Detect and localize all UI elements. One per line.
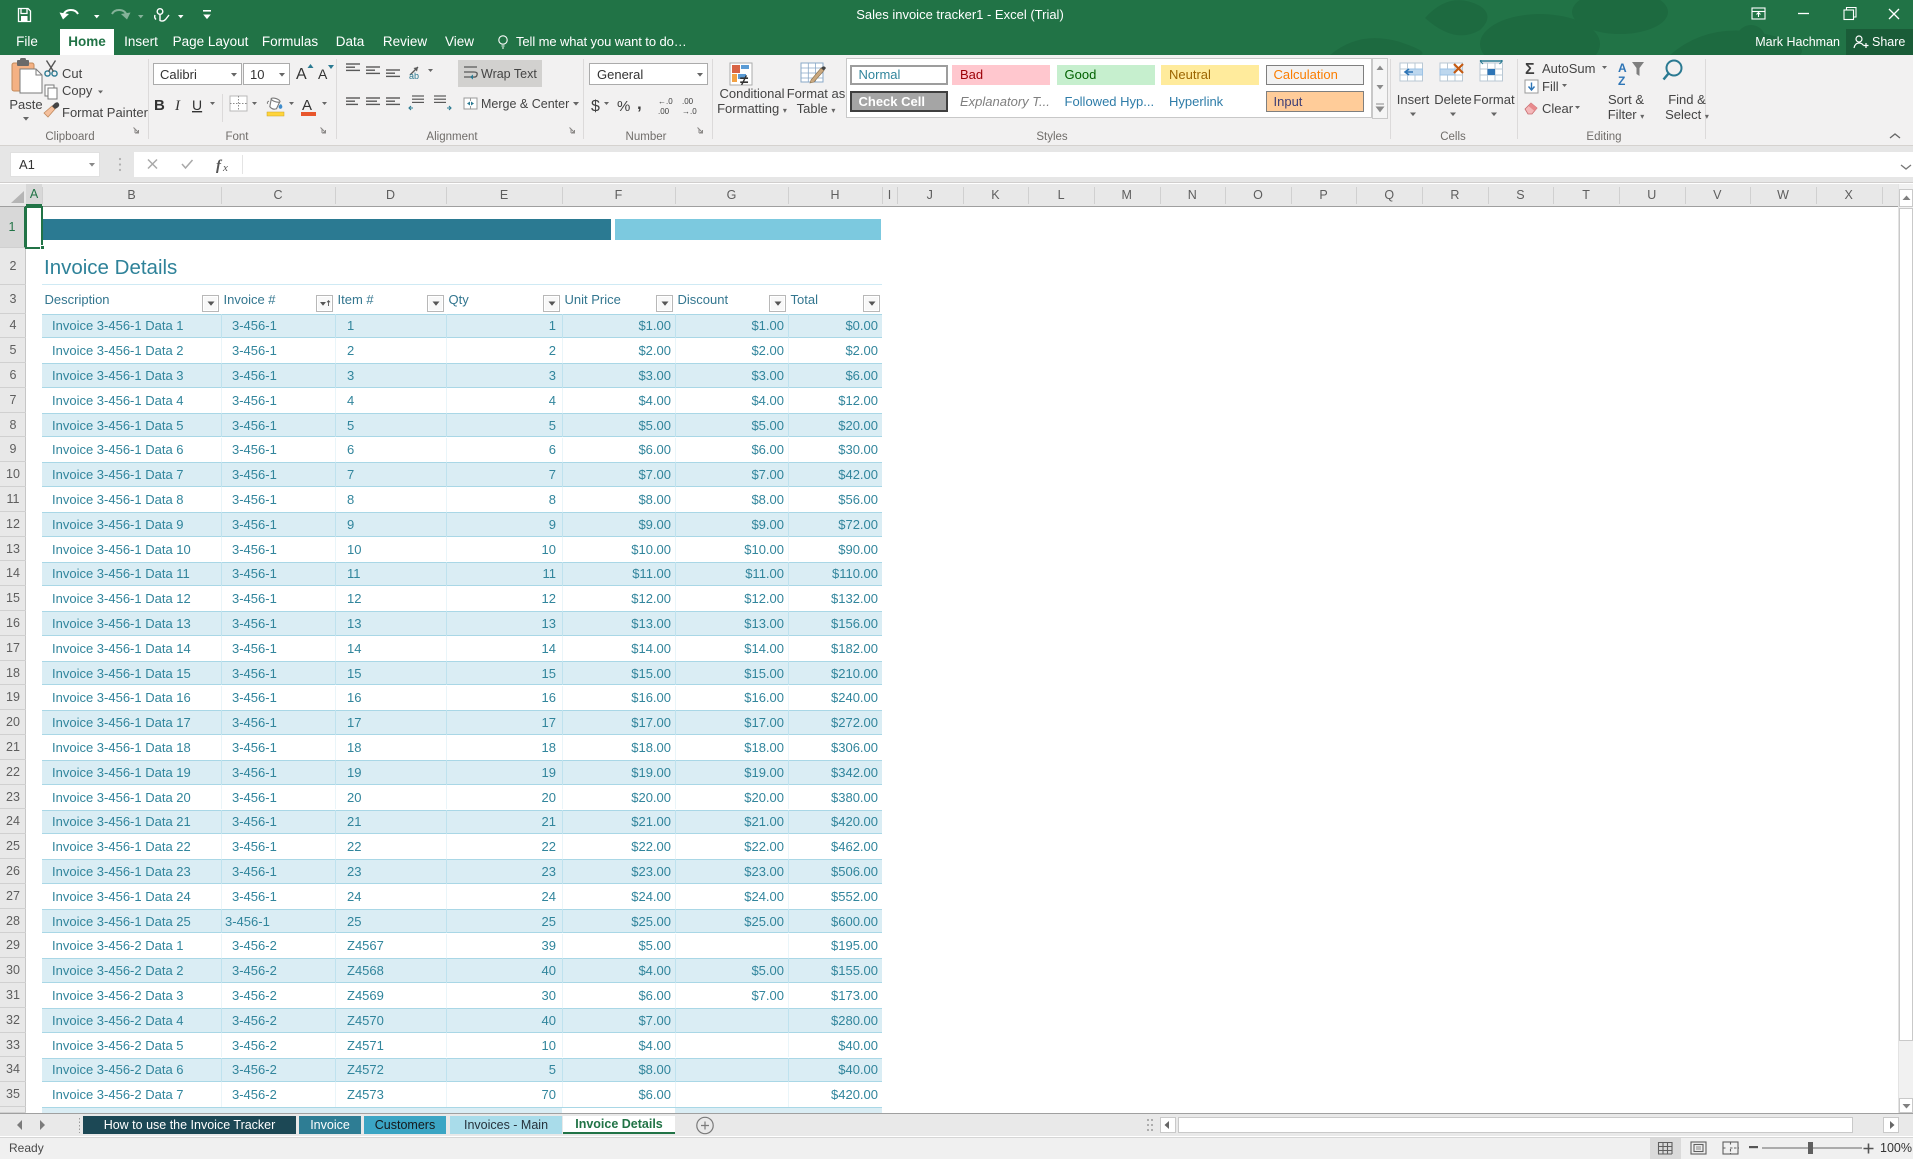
svg-text:f: f: [216, 158, 223, 174]
svg-text:ab: ab: [409, 71, 419, 81]
svg-text:A: A: [318, 66, 328, 82]
svg-text:A: A: [296, 66, 307, 83]
svg-text:.00: .00: [658, 107, 670, 116]
svg-text:Copy: Copy: [62, 83, 93, 98]
svg-text:AutoSum: AutoSum: [1542, 61, 1595, 76]
svg-text:Fill: Fill: [1542, 79, 1559, 94]
svg-text:x: x: [222, 162, 228, 174]
svg-text:Cut: Cut: [62, 66, 83, 81]
svg-text:Format Painter: Format Painter: [62, 105, 149, 120]
svg-text:%: %: [617, 98, 630, 115]
svg-text:Z: Z: [1618, 74, 1625, 88]
svg-text:A: A: [302, 97, 312, 114]
svg-text:Clear: Clear: [1542, 101, 1574, 116]
svg-text:,: ,: [637, 94, 642, 113]
svg-text:B: B: [154, 97, 165, 114]
svg-text:←.0: ←.0: [658, 97, 673, 106]
svg-text:$: $: [591, 98, 600, 115]
svg-text:I: I: [174, 98, 181, 114]
svg-text:.00: .00: [682, 97, 694, 106]
svg-text:U: U: [192, 97, 202, 113]
svg-text:Σ: Σ: [1525, 61, 1535, 78]
svg-text:→.0: →.0: [682, 107, 697, 116]
svg-text:A: A: [1618, 61, 1627, 75]
